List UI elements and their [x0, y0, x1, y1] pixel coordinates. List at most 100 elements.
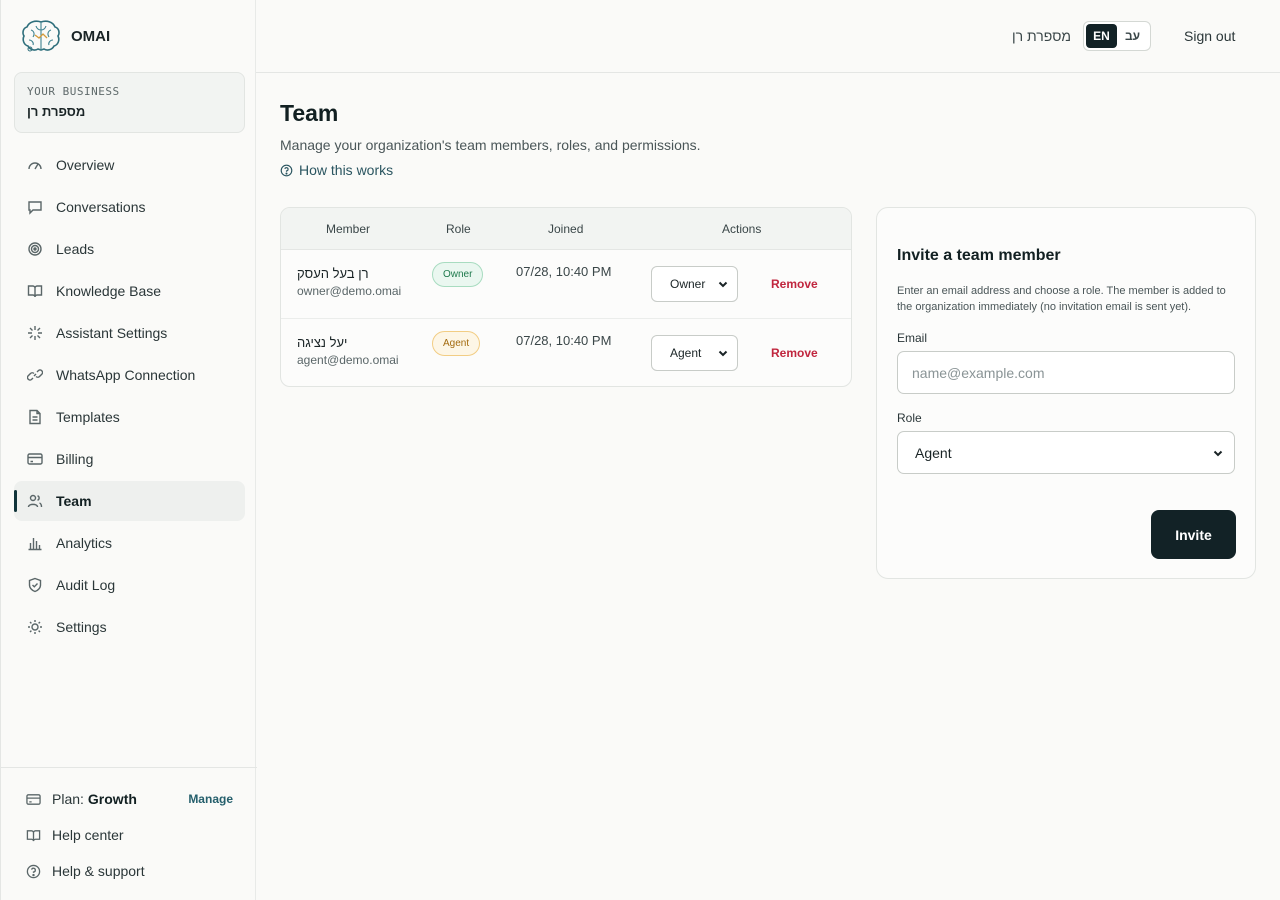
sidebar-item-leads[interactable]: Leads [14, 229, 245, 269]
sidebar-item-analytics[interactable]: Analytics [14, 523, 245, 563]
brand[interactable]: OMAI [21, 18, 110, 54]
sidebar-footer: Plan: Growth Manage Help center Help & s… [1, 767, 257, 889]
brain-logo-icon [22, 20, 60, 52]
brand-name: OMAI [71, 27, 111, 45]
help-center-label: Help center [52, 827, 124, 843]
role-badge: Owner [432, 262, 484, 287]
member-email: agent@demo.omai [297, 353, 399, 367]
shield-check-icon [27, 577, 43, 593]
sidebar: OMAI YOUR BUSINESS מספרת רן Overview Con… [0, 0, 257, 900]
plan-name: Growth [87, 791, 137, 807]
page-subtitle: Manage your organization's team members,… [280, 137, 701, 153]
header-business-name: מספרת רן [1012, 28, 1071, 44]
sidebar-nav: Overview Conversations Leads Knowledge B… [14, 145, 245, 649]
business-switcher[interactable]: YOUR BUSINESS מספרת רן [14, 72, 245, 133]
member-name: יעל נציגה [297, 335, 348, 350]
email-field[interactable]: name@example.com [897, 351, 1235, 394]
sidebar-item-label: Team [56, 493, 92, 509]
sidebar-item-label: Templates [56, 409, 120, 425]
help-support-label: Help & support [52, 863, 145, 879]
remove-member-button[interactable]: Remove [771, 346, 818, 360]
book-open-icon [27, 283, 43, 299]
table-header: Member Role Joined Actions [281, 208, 851, 250]
sidebar-item-assistant-settings[interactable]: Assistant Settings [14, 313, 245, 353]
gauge-icon [27, 157, 43, 173]
top-bar: מספרת רן EN עב Sign out [256, 0, 1280, 73]
chevron-down-icon [1213, 450, 1223, 457]
sidebar-item-label: Leads [56, 241, 95, 257]
invite-button[interactable]: Invite [1151, 510, 1236, 559]
email-placeholder: name@example.com [912, 364, 1045, 381]
sidebar-item-audit-log[interactable]: Audit Log [14, 565, 245, 605]
column-header-joined: Joined [548, 222, 584, 236]
lang-en-button[interactable]: EN [1086, 24, 1117, 48]
sidebar-item-overview[interactable]: Overview [14, 145, 245, 185]
sidebar-item-label: WhatsApp Connection [56, 367, 196, 383]
role-select-value: Owner [670, 277, 706, 291]
role-select[interactable]: Agent [651, 335, 738, 371]
business-name: מספרת רן [27, 104, 86, 119]
sidebar-item-team[interactable]: Team [14, 481, 245, 521]
lang-he-button[interactable]: עב [1117, 24, 1148, 48]
sidebar-item-knowledge-base[interactable]: Knowledge Base [14, 271, 245, 311]
sidebar-item-settings[interactable]: Settings [14, 607, 245, 647]
column-header-actions: Actions [722, 222, 762, 236]
sidebar-item-label: Billing [56, 451, 94, 467]
help-circle-icon [280, 164, 293, 176]
sidebar-item-templates[interactable]: Templates [14, 397, 245, 437]
file-text-icon [27, 409, 43, 425]
page-header: Team Manage your organization's team mem… [280, 100, 701, 178]
business-label: YOUR BUSINESS [27, 85, 120, 98]
role-select-value: Agent [670, 346, 702, 360]
help-circle-icon [26, 864, 41, 879]
sidebar-item-label: Knowledge Base [56, 283, 162, 299]
sun-gear-icon [27, 619, 43, 635]
help-support-link[interactable]: Help & support [1, 853, 257, 889]
sparkle-icon [27, 325, 43, 341]
invite-role-select[interactable]: Agent [897, 431, 1235, 474]
role-select[interactable]: Owner [651, 266, 738, 302]
target-icon [27, 241, 43, 257]
page-title: Team [280, 100, 339, 126]
table-row: רן בעל העסק owner@demo.omai Owner 07/28,… [281, 250, 851, 319]
sidebar-item-label: Audit Log [56, 577, 116, 593]
chevron-down-icon [718, 350, 728, 357]
invite-description: Enter an email address and choose a role… [897, 285, 1226, 313]
sidebar-item-label: Settings [56, 619, 107, 635]
how-this-works-label: How this works [299, 162, 394, 178]
bar-chart-icon [27, 535, 43, 551]
sidebar-item-conversations[interactable]: Conversations [14, 187, 245, 227]
credit-card-icon [26, 792, 41, 807]
book-open-icon [26, 828, 41, 843]
users-icon [27, 493, 43, 509]
chat-bubble-icon [27, 199, 43, 215]
role-badge: Agent [432, 331, 481, 356]
member-name: רן בעל העסק [297, 266, 369, 281]
email-label: Email [897, 331, 928, 345]
plan-row: Plan: Growth Manage [1, 781, 257, 817]
members-table: Member Role Joined Actions רן בעל העסק o… [280, 207, 852, 387]
plan-label: Plan: [52, 791, 84, 807]
sidebar-item-label: Assistant Settings [56, 325, 168, 341]
sidebar-item-billing[interactable]: Billing [14, 439, 245, 479]
sidebar-item-label: Conversations [56, 199, 146, 215]
invite-role-value: Agent [915, 444, 952, 461]
chevron-down-icon [718, 281, 728, 288]
role-label: Role [897, 411, 922, 425]
column-header-role: Role [446, 222, 471, 236]
language-toggle: EN עב [1083, 21, 1151, 51]
invite-panel: Invite a team member Enter an email addr… [876, 207, 1256, 579]
invite-title: Invite a team member [897, 247, 1061, 264]
help-center-link[interactable]: Help center [1, 817, 257, 853]
how-this-works-link[interactable]: How this works [280, 162, 701, 178]
column-header-member: Member [326, 222, 371, 236]
joined-date: 07/28, 10:40 PM [516, 333, 612, 348]
manage-plan-link[interactable]: Manage [188, 792, 233, 806]
sidebar-item-whatsapp-connection[interactable]: WhatsApp Connection [14, 355, 245, 395]
table-row: יעל נציגה agent@demo.omai Agent 07/28, 1… [281, 319, 851, 386]
credit-card-icon [27, 451, 43, 467]
remove-member-button[interactable]: Remove [771, 277, 818, 291]
sidebar-item-label: Overview [56, 157, 115, 173]
sidebar-item-label: Analytics [56, 535, 113, 551]
sign-out-button[interactable]: Sign out [1184, 28, 1235, 44]
